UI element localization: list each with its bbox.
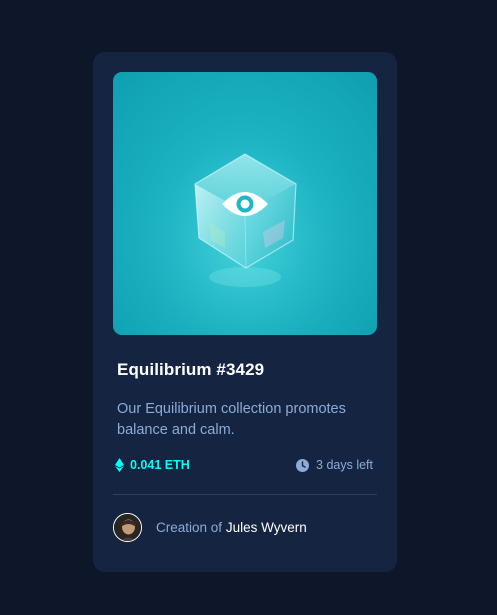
- creator-line: Creation of Jules Wyvern: [156, 520, 307, 535]
- price-value: 0.041 ETH: [130, 458, 190, 472]
- nft-card: Equilibrium #3429 Our Equilibrium collec…: [93, 52, 397, 572]
- creator-name[interactable]: Jules Wyvern: [226, 520, 307, 535]
- price: 0.041 ETH: [115, 458, 190, 472]
- time-left-text: 3 days left: [316, 458, 373, 472]
- avatar-image: [114, 514, 141, 541]
- divider: [113, 494, 377, 495]
- creator-prefix: Creation of: [156, 520, 223, 535]
- cube-image: [113, 72, 377, 335]
- nft-title[interactable]: Equilibrium #3429: [117, 360, 264, 380]
- avatar: [113, 513, 142, 542]
- creator: Creation of Jules Wyvern: [113, 513, 307, 542]
- ethereum-icon: [115, 458, 124, 472]
- time-left: 3 days left: [296, 458, 373, 472]
- nft-description: Our Equilibrium collection promotes bala…: [117, 401, 346, 438]
- nft-image[interactable]: [113, 72, 377, 335]
- clock-icon: [296, 458, 310, 472]
